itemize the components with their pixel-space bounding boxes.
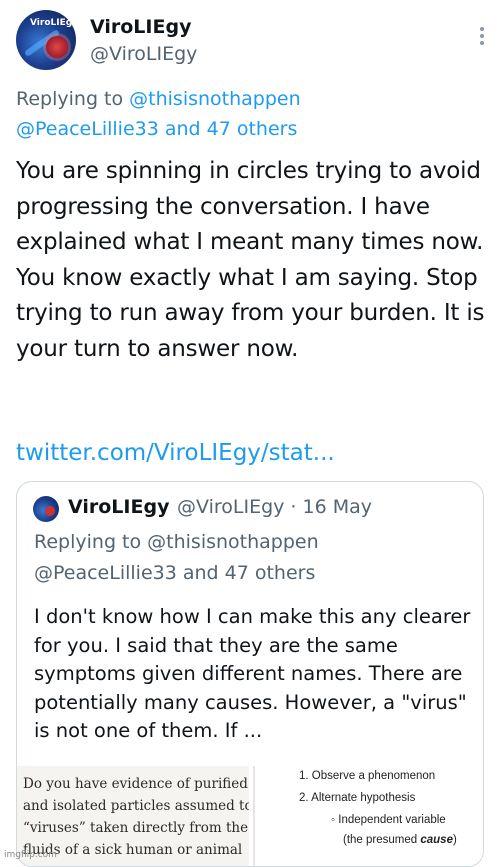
quoted-meta: @ViroLIEgy · 16 May: [177, 496, 372, 518]
quoted-replying-line2: @PeaceLillie33 and 47 others: [34, 562, 316, 584]
quoted-display-name[interactable]: ViroLIEgy: [68, 496, 169, 518]
tweet-header: ViroLIEgy ViroLIEgy @ViroLIEgy: [16, 10, 486, 74]
replying-prefix: Replying to: [16, 88, 130, 110]
user-handle[interactable]: @ViroLIEgy: [90, 43, 197, 65]
quoted-image-right[interactable]: 1. Observe a phenomenon 2. Alternate hyp…: [253, 766, 483, 866]
cause-word: cause: [420, 834, 453, 846]
replying-to: Replying to @thisisnothappen @PeaceLilli…: [16, 84, 486, 144]
watermark: imgflip.com: [4, 850, 57, 860]
quoted-replying-line1: Replying to @thisisnothappen: [34, 531, 319, 553]
more-options-icon[interactable]: [480, 24, 486, 48]
image-text-line: 2. Alternate hypothesis: [299, 792, 416, 804]
display-name[interactable]: ViroLIEgy: [90, 16, 191, 38]
image-text-line: Do you have evidence of purified: [23, 776, 248, 792]
image-text-line: 1. Observe a phenomenon: [299, 770, 436, 782]
reply-user-link[interactable]: @thisisnothappen: [129, 88, 301, 110]
quoted-replying-to: Replying to @thisisnothappen @PeaceLilli…: [34, 527, 474, 589]
cause-suffix: ): [452, 834, 457, 846]
reply-others-link[interactable]: @PeaceLillie33 and 47 others: [16, 118, 297, 140]
quoted-body: I don't know how I can make this any cle…: [34, 605, 471, 742]
virus-graphic: [46, 36, 68, 58]
cause-prefix: (the presumed: [343, 834, 421, 846]
image-text-line: “viruses” taken directly from the: [23, 820, 249, 836]
tweet-body: You are spinning in circles trying to av…: [16, 158, 485, 362]
image-text-line: (the presumed cause): [343, 834, 457, 846]
image-text-line: ◦ Independent variable: [331, 814, 446, 826]
avatar-tag: ViroLIEgy: [30, 18, 76, 28]
quoted-tweet[interactable]: ViroLIEgy @ViroLIEgy · 16 May Replying t…: [16, 481, 484, 867]
image-text-line: and isolated particles assumed to: [23, 798, 249, 814]
quoted-media[interactable]: Do you have evidence of purified and iso…: [17, 766, 483, 866]
quoted-avatar[interactable]: [33, 496, 59, 522]
avatar[interactable]: ViroLIEgy: [16, 10, 76, 70]
tweet-link[interactable]: twitter.com/ViroLIEgy/stat...: [16, 440, 335, 466]
